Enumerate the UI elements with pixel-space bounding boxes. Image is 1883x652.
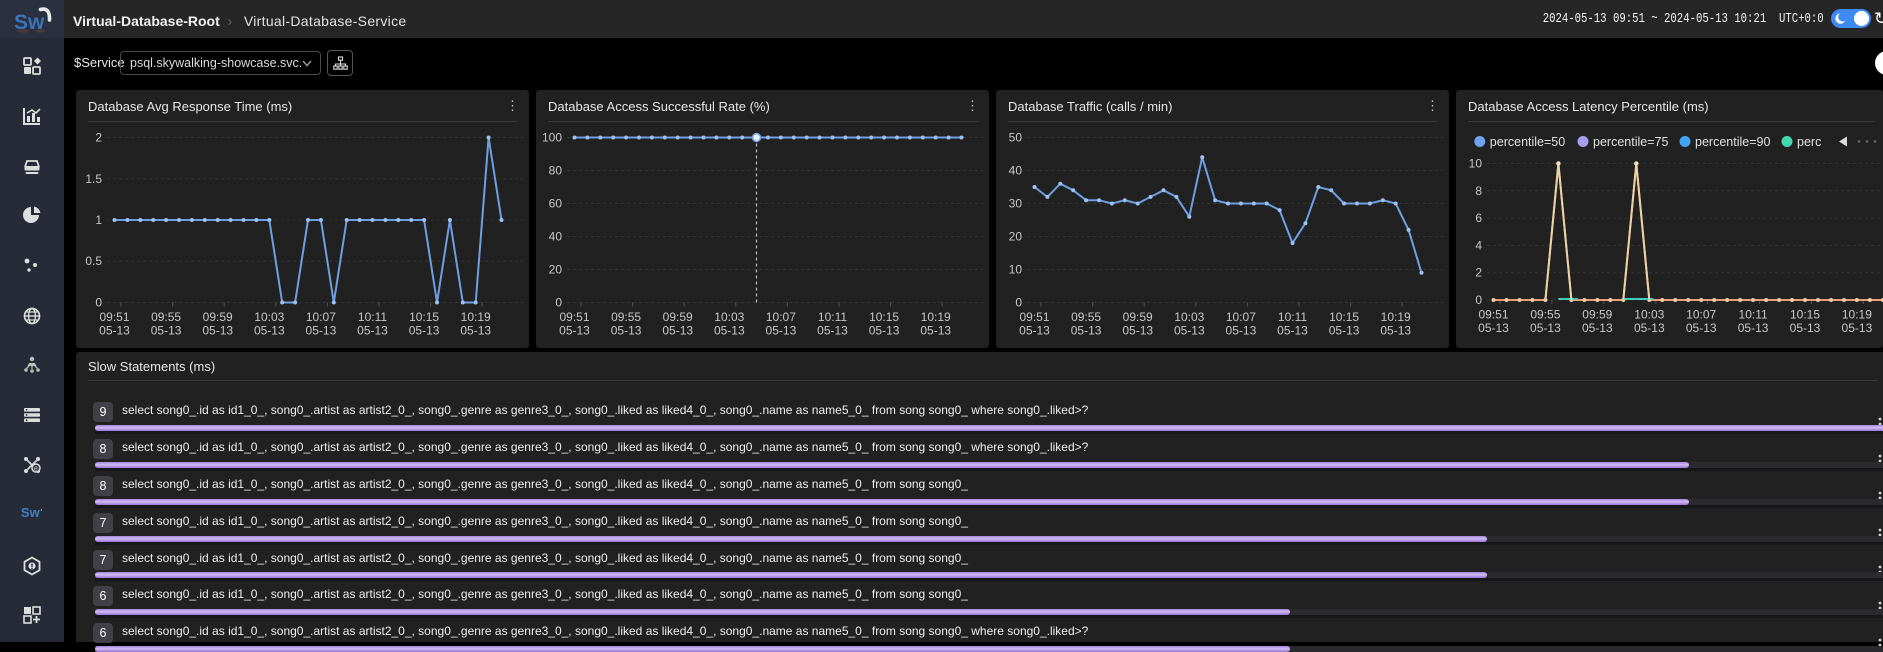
svg-text:09:51: 09:51 [99,310,129,324]
svg-text:percentile=90: percentile=90 [1695,135,1770,149]
svg-text:percentile=50: percentile=50 [1490,135,1565,149]
svg-text:09:59: 09:59 [663,310,693,324]
svg-text:05-13: 05-13 [817,324,848,338]
svg-text:2: 2 [1475,266,1482,280]
svg-text:10:07: 10:07 [766,310,796,324]
svg-text:09:55: 09:55 [151,310,181,324]
svg-text:10:19: 10:19 [461,310,491,324]
svg-text:10:11: 10:11 [1278,310,1307,324]
svg-text:05-13: 05-13 [662,324,693,338]
svg-text:05-13: 05-13 [1842,321,1873,335]
svg-text:20: 20 [1009,230,1023,244]
svg-text:05-13: 05-13 [920,324,951,338]
svg-text:100: 100 [542,131,562,145]
svg-text:05-13: 05-13 [1790,321,1821,335]
svg-text:10:19: 10:19 [1842,308,1872,322]
svg-text:1.5: 1.5 [85,172,102,186]
svg-text:09:51: 09:51 [559,310,589,324]
svg-text:10:03: 10:03 [1634,308,1664,322]
svg-text:10:15: 10:15 [409,310,439,324]
svg-text:09:59: 09:59 [203,310,233,324]
svg-text:40: 40 [1009,164,1023,178]
svg-text:05-13: 05-13 [1277,324,1308,338]
svg-text:05-13: 05-13 [357,324,388,338]
svg-text:10:03: 10:03 [714,310,744,324]
svg-text:10:11: 10:11 [358,310,387,324]
svg-text:05-13: 05-13 [559,324,590,338]
svg-text:05-13: 05-13 [1019,324,1050,338]
svg-text:09:55: 09:55 [1530,308,1560,322]
svg-text:50: 50 [1009,131,1023,145]
svg-text:percentile=75: percentile=75 [1593,135,1668,149]
svg-text:05-13: 05-13 [766,324,797,338]
svg-text:4: 4 [1475,238,1482,252]
svg-text:05-13: 05-13 [254,324,285,338]
svg-text:40: 40 [549,230,563,244]
svg-text:10: 10 [1469,157,1483,171]
svg-text:10:07: 10:07 [1686,308,1716,322]
svg-text:05-13: 05-13 [1122,324,1153,338]
svg-text:05-13: 05-13 [151,324,182,338]
svg-text:09:59: 09:59 [1582,308,1612,322]
svg-text:05-13: 05-13 [1478,321,1509,335]
svg-text:05-13: 05-13 [611,324,642,338]
svg-text:05-13: 05-13 [714,324,745,338]
svg-text:10:15: 10:15 [1329,310,1359,324]
svg-text:0: 0 [1015,296,1022,310]
svg-text:05-13: 05-13 [1174,324,1205,338]
svg-text:05-13: 05-13 [1329,324,1360,338]
svg-text:10:03: 10:03 [1174,310,1204,324]
svg-text:05-13: 05-13 [202,324,233,338]
svg-text:0: 0 [95,296,102,310]
svg-text:80: 80 [549,164,563,178]
svg-text:60: 60 [549,197,563,211]
svg-text:0.5: 0.5 [85,254,102,268]
svg-text:05-13: 05-13 [1226,324,1257,338]
svg-text:05-13: 05-13 [409,324,440,338]
svg-text:05-13: 05-13 [1582,321,1613,335]
svg-text:10: 10 [1009,263,1023,277]
svg-text:2: 2 [95,131,102,145]
svg-text:1: 1 [95,213,102,227]
svg-text:05-13: 05-13 [1071,324,1102,338]
svg-text:09:55: 09:55 [611,310,641,324]
svg-text:09:51: 09:51 [1478,308,1508,322]
svg-text:e: e [34,466,38,473]
svg-text:09:51: 09:51 [1019,310,1049,324]
svg-text:05-13: 05-13 [460,324,491,338]
svg-text:09:55: 09:55 [1071,310,1101,324]
svg-text:10:07: 10:07 [1226,310,1256,324]
svg-text:30: 30 [1009,197,1023,211]
svg-text:10:07: 10:07 [306,310,336,324]
svg-text:05-13: 05-13 [1530,321,1561,335]
svg-text:10:19: 10:19 [1381,310,1411,324]
svg-text:8: 8 [1475,184,1482,198]
svg-text:10:15: 10:15 [869,310,899,324]
svg-text:10:11: 10:11 [818,310,847,324]
svg-text:10:15: 10:15 [1790,308,1820,322]
svg-text:05-13: 05-13 [1738,321,1769,335]
svg-text:05-13: 05-13 [869,324,900,338]
svg-text:09:59: 09:59 [1123,310,1153,324]
svg-text:0: 0 [555,296,562,310]
svg-text:10:03: 10:03 [254,310,284,324]
svg-text:05-13: 05-13 [306,324,337,338]
svg-text:05-13: 05-13 [1380,324,1411,338]
svg-text:perc: perc [1797,135,1821,149]
svg-text:05-13: 05-13 [1634,321,1665,335]
svg-text:6: 6 [1475,211,1482,225]
svg-text:05-13: 05-13 [99,324,130,338]
svg-text:20: 20 [549,263,563,277]
svg-text:10:19: 10:19 [921,310,951,324]
svg-text:10:11: 10:11 [1739,308,1768,322]
svg-text:05-13: 05-13 [1686,321,1717,335]
svg-text:0: 0 [1475,293,1482,307]
